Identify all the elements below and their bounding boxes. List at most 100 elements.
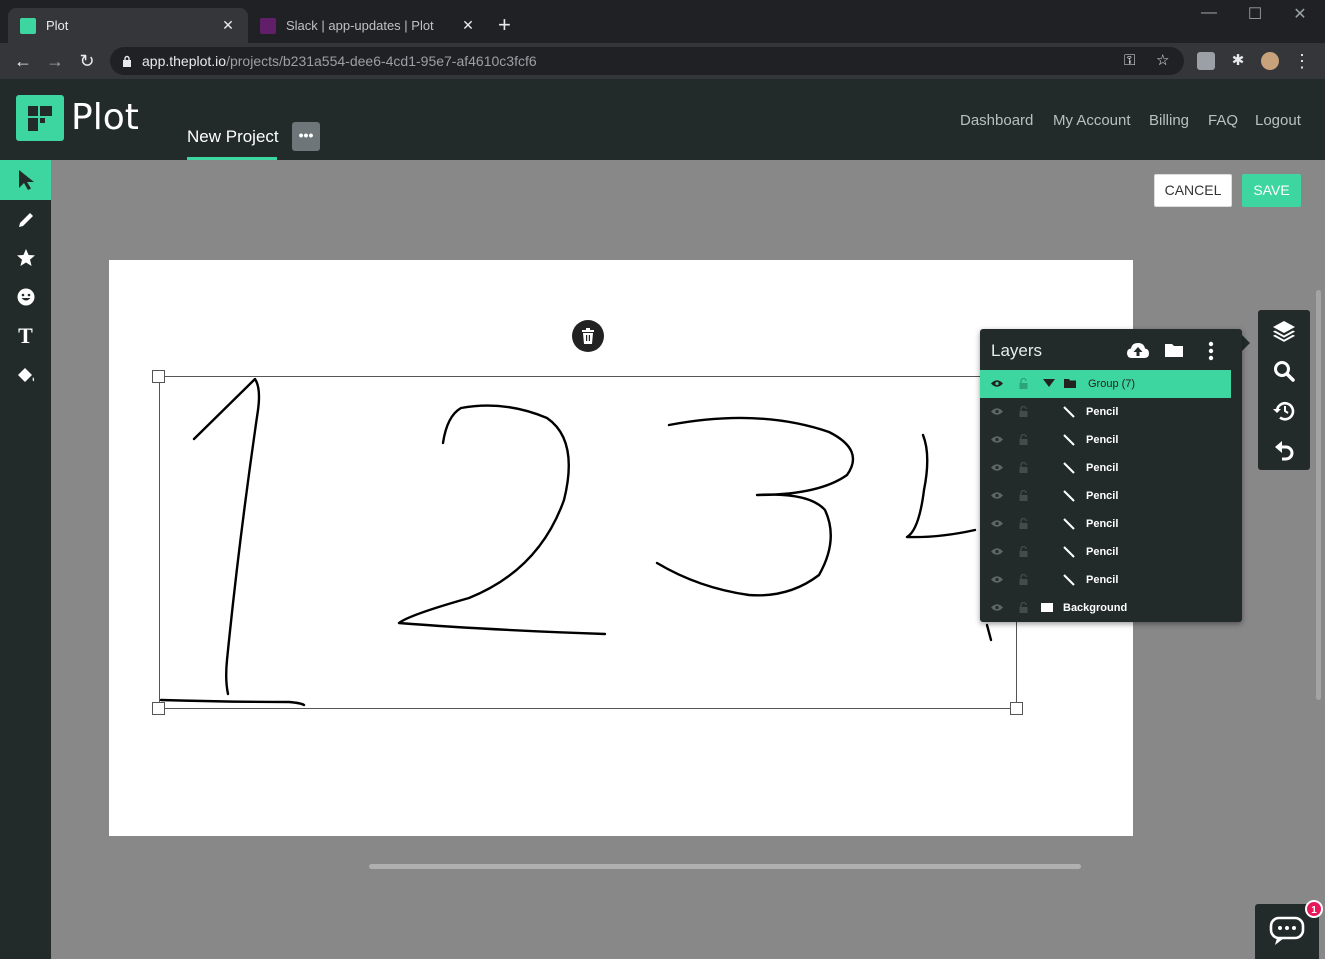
chat-bubble-icon — [1269, 916, 1305, 945]
history-icon[interactable] — [1271, 398, 1297, 424]
visibility-eye-icon[interactable] — [991, 379, 1003, 388]
group-folder-icon — [1064, 379, 1076, 388]
delete-selection-button[interactable] — [572, 320, 604, 352]
pencil-icon[interactable] — [0, 200, 51, 240]
profile-avatar[interactable] — [1261, 52, 1279, 70]
layers-title: Layers — [991, 341, 1043, 360]
close-tab-icon[interactable]: ✕ — [460, 17, 476, 34]
lock-layer-icon[interactable] — [1019, 406, 1028, 417]
lock-layer-icon[interactable] — [1019, 602, 1028, 613]
address-bar[interactable]: app.theplot.io/projects/b231a554-dee6-4c… — [110, 47, 1184, 75]
reload-icon[interactable]: ↻ — [75, 49, 99, 73]
lock-layer-icon[interactable] — [1019, 462, 1028, 473]
lock-icon — [123, 55, 131, 67]
layer-row-pencil[interactable]: Pencil — [980, 426, 1231, 454]
expand-caret-icon[interactable] — [1043, 379, 1055, 387]
select-arrow-icon[interactable] — [0, 160, 51, 200]
pencil-icon — [1063, 434, 1075, 446]
url-path: /projects/b231a554-dee6-4cd1-95e7-af4610… — [226, 53, 537, 69]
pencil-icon — [1063, 490, 1075, 502]
key-icon[interactable]: ⚿ — [1124, 47, 1135, 75]
emoji-icon[interactable] — [0, 277, 51, 317]
visibility-eye-icon[interactable] — [991, 547, 1003, 556]
layer-row-group[interactable]: Group (7) — [980, 370, 1231, 398]
visibility-eye-icon[interactable] — [991, 435, 1003, 444]
lock-layer-icon[interactable] — [1019, 546, 1028, 557]
nav-faq[interactable]: FAQ — [1208, 112, 1238, 129]
browser-tab-slack[interactable]: Slack | app-updates | Plot ✕ — [248, 8, 488, 43]
vertical-scrollbar[interactable] — [1316, 290, 1321, 700]
pencil-icon — [1063, 574, 1075, 586]
save-button[interactable]: SAVE — [1242, 174, 1301, 207]
new-tab-button[interactable]: + — [498, 14, 511, 36]
nav-billing[interactable]: Billing — [1149, 112, 1189, 129]
layer-label: Group (7) — [1088, 378, 1136, 390]
layer-row-pencil[interactable]: Pencil — [980, 566, 1231, 594]
tab-title: Plot — [46, 18, 69, 33]
nav-dashboard[interactable]: Dashboard — [960, 112, 1033, 129]
pencil-icon — [1063, 406, 1075, 418]
lock-layer-icon[interactable] — [1019, 518, 1028, 529]
pencil-icon — [1063, 462, 1075, 474]
layer-row-pencil[interactable]: Pencil — [980, 454, 1231, 482]
search-icon[interactable] — [1271, 358, 1297, 384]
project-options-button[interactable]: ••• — [292, 122, 320, 151]
layer-row-pencil[interactable]: Pencil — [980, 510, 1231, 538]
project-name-tab[interactable]: New Project — [187, 127, 279, 147]
layer-label: Pencil — [1086, 574, 1119, 586]
layer-row-pencil[interactable]: Pencil — [980, 482, 1231, 510]
url-host: app.theplot.io — [142, 53, 227, 69]
cancel-button[interactable]: CANCEL — [1154, 174, 1232, 207]
plot-logo-icon[interactable] — [16, 95, 64, 141]
tool-rail: T — [0, 160, 51, 959]
extensions-puzzle-icon[interactable]: ✱ — [1226, 49, 1250, 73]
browser-tab-plot[interactable]: Plot ✕ — [8, 8, 248, 43]
layers-panel: Layers Group (7) Pencil Pencil Pencil Penci… — [980, 329, 1242, 622]
maximize-icon[interactable]: ☐ — [1240, 4, 1270, 24]
horizontal-scrollbar[interactable] — [369, 864, 1081, 869]
resize-handle-bottom-right[interactable] — [1010, 702, 1023, 715]
bookmark-star-icon[interactable]: ☆ — [1156, 47, 1169, 75]
resize-handle-top-left[interactable] — [152, 370, 165, 383]
visibility-eye-icon[interactable] — [991, 407, 1003, 416]
lock-layer-icon[interactable] — [1019, 574, 1028, 585]
slack-favicon-icon — [260, 17, 276, 34]
nav-my-account[interactable]: My Account — [1053, 112, 1131, 129]
close-tab-icon[interactable]: ✕ — [220, 17, 236, 34]
visibility-eye-icon[interactable] — [991, 575, 1003, 584]
browser-menu-icon[interactable]: ⋮ — [1290, 49, 1314, 73]
folder-icon[interactable] — [1164, 341, 1184, 359]
layer-label: Background — [1063, 602, 1128, 614]
visibility-eye-icon[interactable] — [991, 463, 1003, 472]
text-icon[interactable]: T — [0, 316, 51, 356]
nav-logout[interactable]: Logout — [1255, 112, 1301, 129]
layer-label: Pencil — [1086, 518, 1119, 530]
window-close-icon[interactable]: ✕ — [1285, 4, 1315, 24]
lock-layer-icon[interactable] — [1019, 490, 1028, 501]
minimize-icon[interactable]: — — [1194, 4, 1224, 22]
paint-bucket-icon[interactable] — [0, 356, 51, 396]
back-icon[interactable]: ← — [11, 49, 35, 73]
layers-icon[interactable] — [1271, 318, 1297, 344]
visibility-eye-icon[interactable] — [991, 491, 1003, 500]
star-icon[interactable] — [0, 238, 51, 278]
pencil-icon — [1063, 546, 1075, 558]
forward-icon[interactable]: → — [43, 49, 67, 73]
extension-icon[interactable] — [1197, 52, 1215, 70]
lock-layer-icon[interactable] — [1019, 378, 1028, 389]
resize-handle-bottom-left[interactable] — [152, 702, 165, 715]
layer-label: Pencil — [1086, 462, 1119, 474]
more-vertical-icon[interactable] — [1208, 341, 1214, 361]
visibility-eye-icon[interactable] — [991, 603, 1003, 612]
lock-layer-icon[interactable] — [1019, 434, 1028, 445]
layer-label: Pencil — [1086, 434, 1119, 446]
layer-row-pencil[interactable]: Pencil — [980, 398, 1231, 426]
trash-icon — [582, 328, 594, 344]
logo-text[interactable]: Plot — [71, 97, 139, 138]
visibility-eye-icon[interactable] — [991, 519, 1003, 528]
layer-row-pencil[interactable]: Pencil — [980, 538, 1231, 566]
cloud-upload-icon[interactable] — [1126, 341, 1150, 361]
layer-row-background[interactable]: Background — [980, 594, 1231, 622]
undo-icon[interactable] — [1271, 438, 1297, 464]
browser-toolbar: ← → ↻ app.theplot.io/projects/b231a554-d… — [0, 43, 1325, 79]
